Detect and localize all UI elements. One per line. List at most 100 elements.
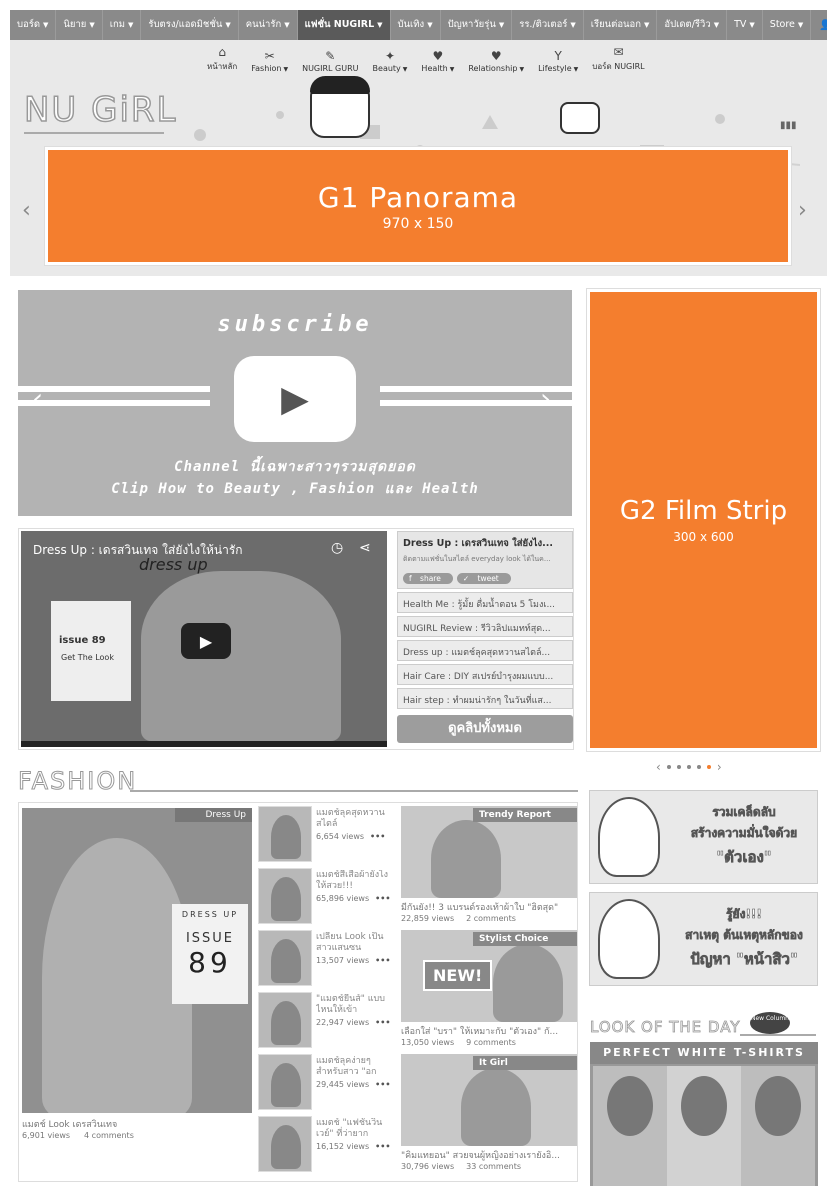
- more-icon[interactable]: •••: [370, 832, 385, 841]
- more-icon[interactable]: •••: [375, 1142, 390, 1151]
- nav-update-review[interactable]: อัปเดต/รีวิว ▼: [657, 10, 728, 40]
- featured-article-image[interactable]: Dress Up DRESS UP ISSUE 89: [22, 808, 252, 1113]
- comments-count: 9 comments: [466, 1038, 516, 1047]
- subnav-beauty[interactable]: ✦ Beauty ▼: [366, 48, 415, 73]
- nav-teen-problems[interactable]: ปัญหาวัยรุ่น ▼: [441, 10, 513, 40]
- small-article[interactable]: แมตช์ลุคสุดหวานสไตล์ 6,654 views •••: [258, 806, 398, 862]
- playlist-item-active[interactable]: Dress Up : เดรสวินเทจ ใส่ยังไง... ติดตาม…: [397, 531, 573, 589]
- chevron-down-icon: ▼: [498, 21, 505, 29]
- g2-prev-arrow[interactable]: ‹: [656, 760, 661, 774]
- mid-article[interactable]: NEW! Stylist Choice เลือกใส่ "บรา" ให้เหม…: [401, 930, 579, 1047]
- chevron-down-icon: ▼: [449, 66, 455, 73]
- banner-prev-arrow[interactable]: ‹: [22, 198, 31, 223]
- nav-store[interactable]: Store ▼: [763, 10, 812, 40]
- playlist-item[interactable]: Hair Care : DIY สเปรย์บำรุงผมแบบ...: [397, 664, 573, 685]
- small-article[interactable]: เปลี่ยน Look เป็นสาวแสนซน 13,507 views •••: [258, 930, 398, 986]
- youtube-play-icon[interactable]: ▶: [234, 356, 356, 442]
- subnav-nugirl-guru[interactable]: ✎ NUGIRL GURU: [295, 48, 365, 73]
- g2-dot[interactable]: [686, 765, 691, 769]
- site-logo[interactable]: NU GiRL: [23, 89, 178, 131]
- nav-novel[interactable]: นิยาย ▼: [56, 10, 103, 40]
- g2-dot[interactable]: [696, 765, 701, 769]
- nav-admission[interactable]: รับตรง/แอดมิชชั่น ▼: [141, 10, 239, 40]
- more-icon[interactable]: •••: [375, 894, 390, 903]
- playlist-item[interactable]: Dress up : แมตช์ลุคสุดหวานสไตล์...: [397, 640, 573, 661]
- g2-dot[interactable]: [666, 765, 671, 769]
- facebook-share-button[interactable]: f share: [403, 573, 453, 584]
- g2-next-arrow[interactable]: ›: [717, 760, 722, 774]
- views-count: 13,050 views: [401, 1038, 455, 1047]
- small-article[interactable]: แมตช์ลุคง่ายๆ สำหรับสาว "อก 29,445 views •…: [258, 1054, 398, 1110]
- user-login[interactable]: 👤 เข: [811, 18, 827, 33]
- nav-tutor[interactable]: รร./ติวเตอร์ ▼: [512, 10, 584, 40]
- video-title[interactable]: Dress Up : เดรสวินเทจ ใส่ยังไงให้น่ารัก: [33, 541, 243, 560]
- mid-article[interactable]: Trendy Report มีกันยัง!! 3 แบรนด์รองเท้า…: [401, 806, 579, 923]
- nav-board[interactable]: บอร์ด ▼: [10, 10, 57, 40]
- comments-count: 33 comments: [466, 1162, 522, 1171]
- subnav-relationship[interactable]: ♥ Relationship ▼: [461, 48, 531, 73]
- new-badge: NEW!: [423, 960, 493, 991]
- category-tag: Dress Up: [175, 808, 252, 822]
- subnav-fashion[interactable]: ✂ Fashion ▼: [244, 48, 295, 73]
- small-article[interactable]: "แมตช์ยีนส์" แบบไหนให้เข้า 22,947 views ••…: [258, 992, 398, 1048]
- subnav-home[interactable]: ⌂ หน้าหลัก: [200, 44, 244, 73]
- nav-cute-people[interactable]: คนน่ารัก ▼: [239, 10, 298, 40]
- mid-article[interactable]: It Girl "คิมแทยอน" สวยจนผู้หญิงอย่างเราย…: [401, 1054, 579, 1171]
- view-all-clips-button[interactable]: ดูคลิปทั้งหมด: [397, 715, 573, 743]
- g1-panorama-ad[interactable]: G1 Panorama 970 x 150: [45, 147, 791, 265]
- comments-count: 2 comments: [466, 914, 516, 923]
- promo-banner-confidence[interactable]: รวมเคล็ดลับ สร้างความมั่นใจด้วย "ตัวเอง": [589, 790, 818, 884]
- article-thumbnail: [258, 806, 312, 862]
- nav-tv[interactable]: TV ▼: [727, 10, 763, 40]
- chevron-down-icon: ▼: [283, 66, 289, 73]
- issue-number: 89: [188, 946, 232, 979]
- cartoon-face-illustration: [598, 797, 660, 877]
- subscribe-next-arrow[interactable]: ›: [540, 382, 551, 415]
- playlist-item[interactable]: Health Me : รู้มั้ย ดื่มน้ำตอน 5 โมงเ...: [397, 592, 573, 613]
- chevron-down-icon: ▼: [573, 66, 579, 73]
- nav-game[interactable]: เกม ▼: [103, 10, 142, 40]
- lotd-line: [740, 1034, 816, 1036]
- views-count: 22,947 views: [316, 1018, 370, 1027]
- playlist-item[interactable]: Hair step : ทำผมน่ารักๆ ในวันที่แส...: [397, 688, 573, 709]
- chevron-down-icon: ▼: [402, 66, 408, 73]
- featured-caption[interactable]: แมตช์ Look เดรสวินเทจ: [22, 1117, 117, 1131]
- article-caption: มีกันยัง!! 3 แบรนด์รองเท้าผ้าใบ "ฮิตสุด": [401, 903, 559, 913]
- more-icon[interactable]: •••: [375, 956, 390, 965]
- video-player[interactable]: dress up issue 89 Get The Look Dress Up …: [21, 531, 387, 747]
- twitter-tweet-button[interactable]: ✓ tweet: [456, 573, 511, 584]
- article-title: แมตช์ "แฟชั่นวินเวย์" ที่ว่ายาก: [316, 1118, 383, 1139]
- banner-next-arrow[interactable]: ›: [798, 198, 807, 223]
- small-article[interactable]: แมตช์ "แฟชั่นวินเวย์" ที่ว่ายาก 16,152 vi…: [258, 1116, 398, 1172]
- g2-dot-active[interactable]: [706, 765, 711, 769]
- video-section: dress up issue 89 Get The Look Dress Up …: [18, 528, 574, 750]
- more-icon[interactable]: •••: [375, 1080, 390, 1089]
- subnav-health[interactable]: ♥ Health ▼: [414, 48, 461, 73]
- look-of-the-day-heading: LOOK OF THE DAY: [590, 1018, 741, 1037]
- header-zone: ⌂ หน้าหลัก ✂ Fashion ▼ ✎ NUGIRL GURU ✦ Beauty…: [10, 40, 827, 276]
- subnav-board[interactable]: ✉ บอร์ด NUGIRL: [585, 44, 651, 73]
- g2-film-strip-ad[interactable]: G2 Film Strip 300 x 600: [587, 289, 820, 751]
- g2-dot[interactable]: [676, 765, 681, 769]
- article-image: NEW! Stylist Choice: [401, 930, 577, 1022]
- logo-underline: [24, 132, 164, 134]
- clock-icon[interactable]: ◷: [331, 540, 343, 556]
- video-progress-bar[interactable]: [21, 741, 387, 747]
- more-icon[interactable]: •••: [375, 1018, 390, 1027]
- playlist-item[interactable]: NUGIRL Review : รีวิวลิปแมทท์สุด...: [397, 616, 573, 637]
- small-article[interactable]: แมตช์สีเสื้อผ้ายังไงให้สวย!!! 65,896 view…: [258, 868, 398, 924]
- views-count: 22,859 views: [401, 914, 455, 923]
- nav-fashion-nugirl[interactable]: แฟชั่น NUGIRL ▼: [297, 10, 391, 40]
- nav-study-abroad[interactable]: เรียนต่อนอก ▼: [584, 10, 658, 40]
- promo-banner-acne[interactable]: รู้ยัง!!! สาเหตุ ต้นเหตุหลักของ ปัญหา "หน้…: [589, 892, 818, 986]
- nav-entertainment[interactable]: บันเทิง ▼: [391, 10, 441, 40]
- look-of-the-day-banner[interactable]: PERFECT WHITE T-SHIRTS: [590, 1042, 818, 1186]
- subscribe-prev-arrow[interactable]: ‹: [32, 382, 43, 415]
- share-icon[interactable]: ⋖: [359, 540, 371, 556]
- ad-title: G2 Film Strip: [619, 496, 788, 526]
- article-image: Trendy Report: [401, 806, 577, 898]
- play-button-icon[interactable]: ▶: [181, 623, 231, 659]
- subscribe-banner[interactable]: subscribe ▶ ‹ › Channel นี้เฉพาะสาวๆรวมส…: [18, 290, 572, 516]
- heart-pulse-icon: ♥: [432, 49, 444, 63]
- subnav-lifestyle[interactable]: Y Lifestyle ▼: [531, 48, 585, 73]
